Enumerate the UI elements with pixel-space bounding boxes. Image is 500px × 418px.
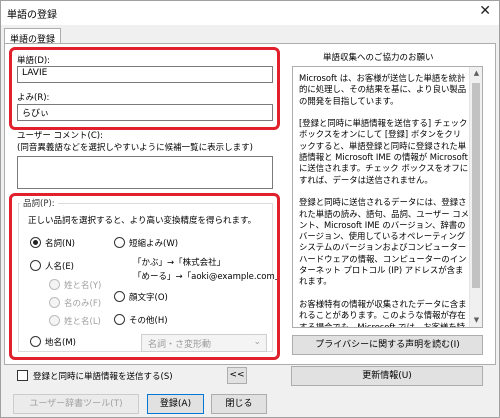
info-text: Microsoft は、お客様が送信した単語を統計的に処理し、その結果を基に、よ… [299,73,469,328]
comment-input[interactable] [17,156,273,189]
privacy-button[interactable]: プライバシーに関する声明を読む(I) [292,335,483,355]
title-bar: 単語の登録 ✕ [1,1,499,25]
label-place: 地名(M) [45,338,76,348]
word-label: 単語(D): [17,56,51,66]
radio-other[interactable] [114,314,125,325]
radio-person[interactable] [30,260,41,271]
radio-surname-given[interactable] [49,279,60,290]
window-title: 単語の登録 [7,10,57,21]
verb-type-select-value: 名詞・さ変形動 [148,340,212,350]
close-button[interactable]: 閉じる [211,394,267,414]
verb-type-select[interactable]: 名詞・さ変形動 ⌄ [141,334,267,352]
example-mail: 「めーる」→「aoki@example.com」 [133,272,284,282]
word-input[interactable]: LAVIE [17,66,273,83]
radio-noun[interactable] [30,237,41,248]
comment-label: ユーザー コメント(C): [17,131,103,141]
reading-input[interactable]: らびぃ [17,104,273,121]
radio-emoticon[interactable] [114,291,125,302]
example-kabu: 「かぶ」→「株式会社」 [133,258,226,268]
scroll-up-icon[interactable]: ▲ [470,67,482,80]
main-panel: 単語(D): LAVIE よみ(R): らびぃ ユーザー コメント(C): (同… [4,43,496,365]
word-registration-window: 単語の登録 ✕ 単語の登録 単語(D): LAVIE よみ(R): らびぃ ユー… [0,0,500,418]
label-short-reading: 短縮よみ(W) [129,239,179,249]
pos-group-label: 品詞(P): [20,197,58,209]
info-scrollbar[interactable]: ▲ ▼ [469,67,482,327]
close-icon[interactable]: ✕ [479,3,491,19]
send-word-label: 登録と同時に単語情報を送信する(S) [33,372,173,382]
radio-surname[interactable] [49,315,60,326]
label-surname-given: 姓と名(Y) [64,281,102,291]
radio-given[interactable] [49,297,60,308]
update-info-button[interactable]: 更新情報(U) [291,366,483,386]
comment-hint: (同音異義語などを選択しやすいように候補一覧に表示します) [17,143,253,153]
reading-label: よみ(R): [17,93,50,103]
send-word-checkbox[interactable] [17,370,28,381]
label-emoticon: 顔文字(O) [129,293,168,303]
radio-short-reading[interactable] [114,237,125,248]
radio-place[interactable] [30,336,41,347]
user-dictionary-tool-button[interactable]: ユーザー辞書ツール(T) [13,394,139,414]
label-person: 人名(E) [45,262,75,272]
info-title: 単語収集へのご協力のお願い [323,53,434,63]
register-button[interactable]: 登録(A) [147,394,204,414]
label-surname: 姓と名(L) [64,317,101,327]
scroll-thumb[interactable] [472,83,480,288]
chevron-down-icon: ⌄ [253,337,261,347]
collapse-button[interactable]: << [227,367,247,384]
label-given: 名のみ(F) [64,299,102,309]
label-other: その他(H) [129,316,168,326]
label-noun: 名詞(N) [45,239,75,249]
info-textbox[interactable]: Microsoft は、お客様が送信した単語を統計的に処理し、その結果を基に、よ… [292,66,483,328]
pos-hint: 正しい品詞を選択すると、より高い変換精度を得られます。 [28,216,257,226]
scroll-down-icon[interactable]: ▼ [470,314,482,327]
